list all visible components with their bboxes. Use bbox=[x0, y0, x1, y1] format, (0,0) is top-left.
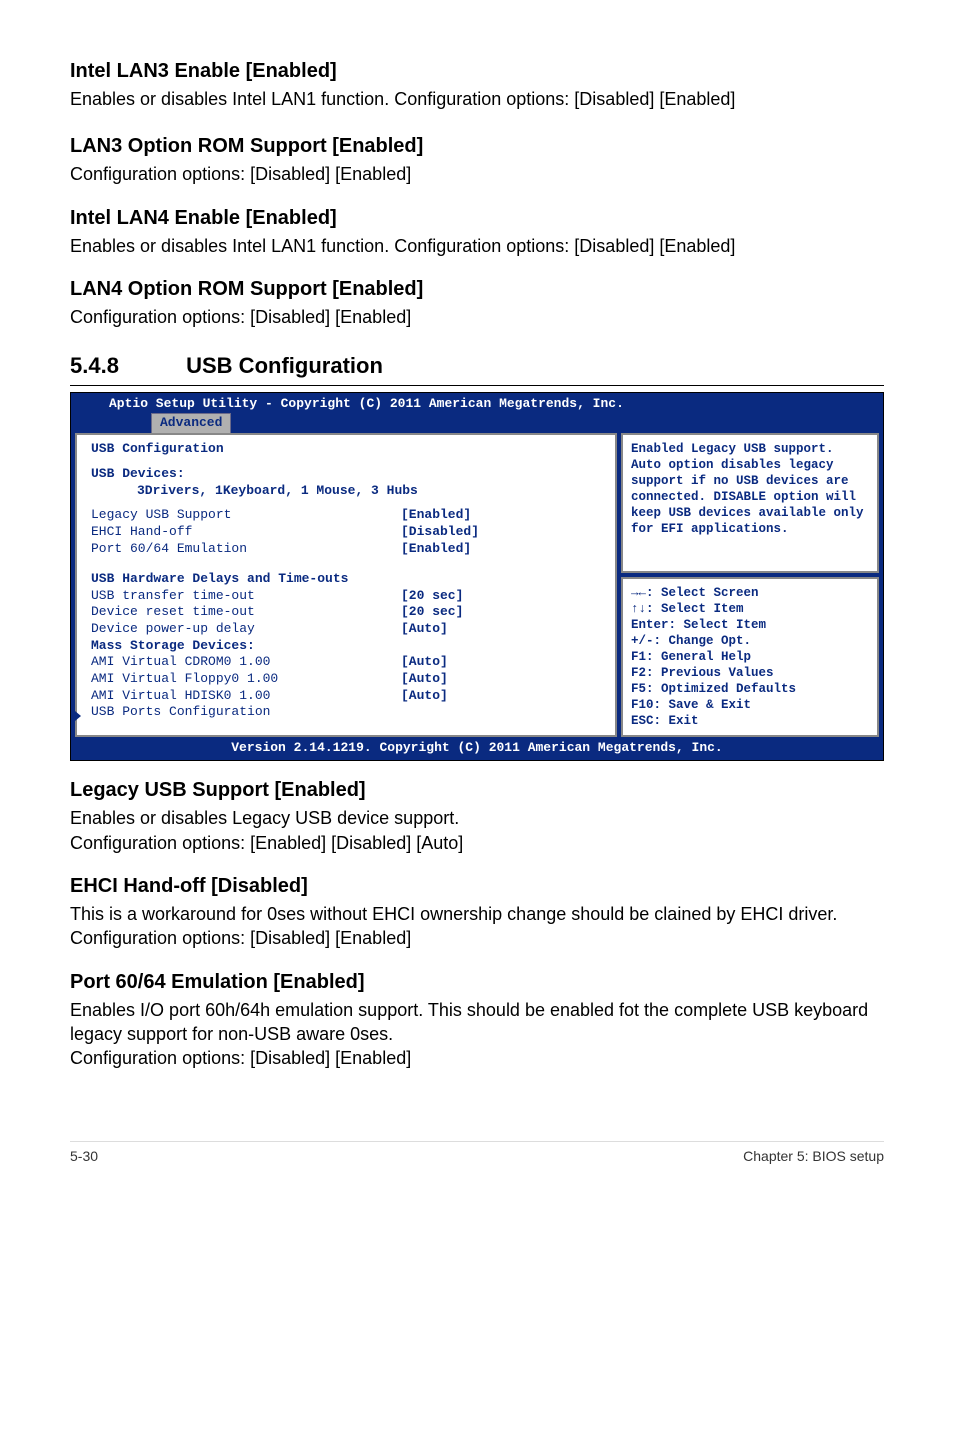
bios-screenshot: Aptio Setup Utility - Copyright (C) 2011… bbox=[70, 392, 884, 761]
bios-nav-line: F10: Save & Exit bbox=[631, 697, 871, 713]
bios-nav-help: →←: Select Screen ↑↓: Select Item Enter:… bbox=[621, 577, 879, 737]
text-ehci-handoff: This is a workaround for 0ses without EH… bbox=[70, 902, 884, 951]
bios-row-transfer-timeout[interactable]: USB transfer time-out [20 sec] bbox=[91, 588, 607, 605]
bios-row-port6064[interactable]: Port 60/64 Emulation [Enabled] bbox=[91, 541, 607, 558]
bios-value-floppy0: [Auto] bbox=[401, 671, 448, 688]
bios-value-transfer-timeout: [20 sec] bbox=[401, 588, 463, 605]
bios-label-reset-timeout: Device reset time-out bbox=[91, 604, 401, 621]
bios-label-legacy-usb: Legacy USB Support bbox=[91, 507, 401, 524]
bios-row-floppy0[interactable]: AMI Virtual Floppy0 1.00 [Auto] bbox=[91, 671, 607, 688]
text-intel-lan4-enable: Enables or disables Intel LAN1 function.… bbox=[70, 234, 884, 258]
bios-row-cdrom0[interactable]: AMI Virtual CDROM0 1.00 [Auto] bbox=[91, 654, 607, 671]
heading-ehci-handoff: EHCI Hand-off [Disabled] bbox=[70, 875, 884, 898]
bios-nav-line: ↑↓: Select Item bbox=[631, 601, 871, 617]
bios-tab-advanced[interactable]: Advanced bbox=[151, 413, 231, 434]
text-port-6064-l2: Configuration options: [Disabled] [Enabl… bbox=[70, 1048, 411, 1068]
bios-heading-mass-storage: Mass Storage Devices: bbox=[91, 638, 607, 655]
section-rule bbox=[70, 385, 884, 386]
text-intel-lan3-enable: Enables or disables Intel LAN1 function.… bbox=[70, 87, 884, 111]
submenu-arrow-icon bbox=[75, 711, 81, 721]
bios-title-usb-configuration: USB Configuration bbox=[91, 441, 607, 458]
heading-port-6064: Port 60/64 Emulation [Enabled] bbox=[70, 971, 884, 994]
bios-label-port6064: Port 60/64 Emulation bbox=[91, 541, 401, 558]
bios-nav-line: Enter: Select Item bbox=[631, 617, 871, 633]
page-footer: 5-30 Chapter 5: BIOS setup bbox=[70, 1141, 884, 1164]
heading-lan4-option-rom: LAN4 Option ROM Support [Enabled] bbox=[70, 278, 884, 301]
bios-nav-line: ESC: Exit bbox=[631, 713, 871, 729]
bios-label-powerup-delay: Device power-up delay bbox=[91, 621, 401, 638]
text-port-6064: Enables I/O port 60h/64h emulation suppo… bbox=[70, 998, 884, 1071]
section-title-text: USB Configuration bbox=[186, 353, 383, 378]
bios-label-hdisk0: AMI Virtual HDISK0 1.00 bbox=[91, 688, 401, 705]
bios-value-reset-timeout: [20 sec] bbox=[401, 604, 463, 621]
heading-intel-lan3-enable: Intel LAN3 Enable [Enabled] bbox=[70, 60, 884, 83]
bios-nav-line: +/-: Change Opt. bbox=[631, 633, 871, 649]
text-legacy-usb-l1: Enables or disables Legacy USB device su… bbox=[70, 808, 459, 828]
bios-nav-line: F5: Optimized Defaults bbox=[631, 681, 871, 697]
bios-value-powerup-delay: [Auto] bbox=[401, 621, 448, 638]
bios-tab-row: Advanced bbox=[71, 413, 883, 434]
bios-value-legacy-usb: [Enabled] bbox=[401, 507, 471, 524]
bios-label-ehci: EHCI Hand-off bbox=[91, 524, 401, 541]
bios-value-cdrom0: [Auto] bbox=[401, 654, 448, 671]
bios-row-powerup-delay[interactable]: Device power-up delay [Auto] bbox=[91, 621, 607, 638]
heading-legacy-usb: Legacy USB Support [Enabled] bbox=[70, 779, 884, 802]
bios-row-hdisk0[interactable]: AMI Virtual HDISK0 1.00 [Auto] bbox=[91, 688, 607, 705]
bios-label-cdrom0: AMI Virtual CDROM0 1.00 bbox=[91, 654, 401, 671]
bios-label-transfer-timeout: USB transfer time-out bbox=[91, 588, 401, 605]
bios-value-hdisk0: [Auto] bbox=[401, 688, 448, 705]
chapter-label: Chapter 5: BIOS setup bbox=[743, 1148, 884, 1164]
bios-header: Aptio Setup Utility - Copyright (C) 2011… bbox=[71, 393, 883, 413]
bios-usb-devices-label: USB Devices: bbox=[91, 466, 607, 483]
bios-nav-line: →←: Select Screen bbox=[631, 585, 871, 601]
text-port-6064-l1: Enables I/O port 60h/64h emulation suppo… bbox=[70, 1000, 868, 1044]
heading-lan3-option-rom: LAN3 Option ROM Support [Enabled] bbox=[70, 135, 884, 158]
bios-footer: Version 2.14.1219. Copyright (C) 2011 Am… bbox=[71, 737, 883, 761]
bios-usb-devices-value: 3Drivers, 1Keyboard, 1 Mouse, 3 Hubs bbox=[91, 483, 607, 500]
bios-nav-line: F2: Previous Values bbox=[631, 665, 871, 681]
bios-help-text: Enabled Legacy USB support. Auto option … bbox=[621, 433, 879, 572]
text-legacy-usb-l2: Configuration options: [Enabled] [Disabl… bbox=[70, 833, 463, 853]
bios-label-floppy0: AMI Virtual Floppy0 1.00 bbox=[91, 671, 401, 688]
section-heading-usb-configuration: 5.4.8 USB Configuration bbox=[70, 353, 884, 379]
text-lan3-option-rom: Configuration options: [Disabled] [Enabl… bbox=[70, 162, 884, 186]
page-number: 5-30 bbox=[70, 1148, 98, 1164]
bios-main-panel: USB Configuration USB Devices: 3Drivers,… bbox=[75, 433, 617, 736]
bios-value-port6064: [Enabled] bbox=[401, 541, 471, 558]
bios-row-legacy-usb[interactable]: Legacy USB Support [Enabled] bbox=[91, 507, 607, 524]
section-number: 5.4.8 bbox=[70, 353, 180, 379]
text-legacy-usb: Enables or disables Legacy USB device su… bbox=[70, 806, 884, 855]
bios-value-ehci: [Disabled] bbox=[401, 524, 479, 541]
text-lan4-option-rom: Configuration options: [Disabled] [Enabl… bbox=[70, 305, 884, 329]
bios-submenu-usb-ports[interactable]: USB Ports Configuration bbox=[91, 704, 607, 721]
bios-help-panel: Enabled Legacy USB support. Auto option … bbox=[621, 433, 879, 736]
bios-heading-hardware-delays: USB Hardware Delays and Time-outs bbox=[91, 571, 607, 588]
bios-row-reset-timeout[interactable]: Device reset time-out [20 sec] bbox=[91, 604, 607, 621]
bios-nav-line: F1: General Help bbox=[631, 649, 871, 665]
bios-row-ehci[interactable]: EHCI Hand-off [Disabled] bbox=[91, 524, 607, 541]
heading-intel-lan4-enable: Intel LAN4 Enable [Enabled] bbox=[70, 207, 884, 230]
